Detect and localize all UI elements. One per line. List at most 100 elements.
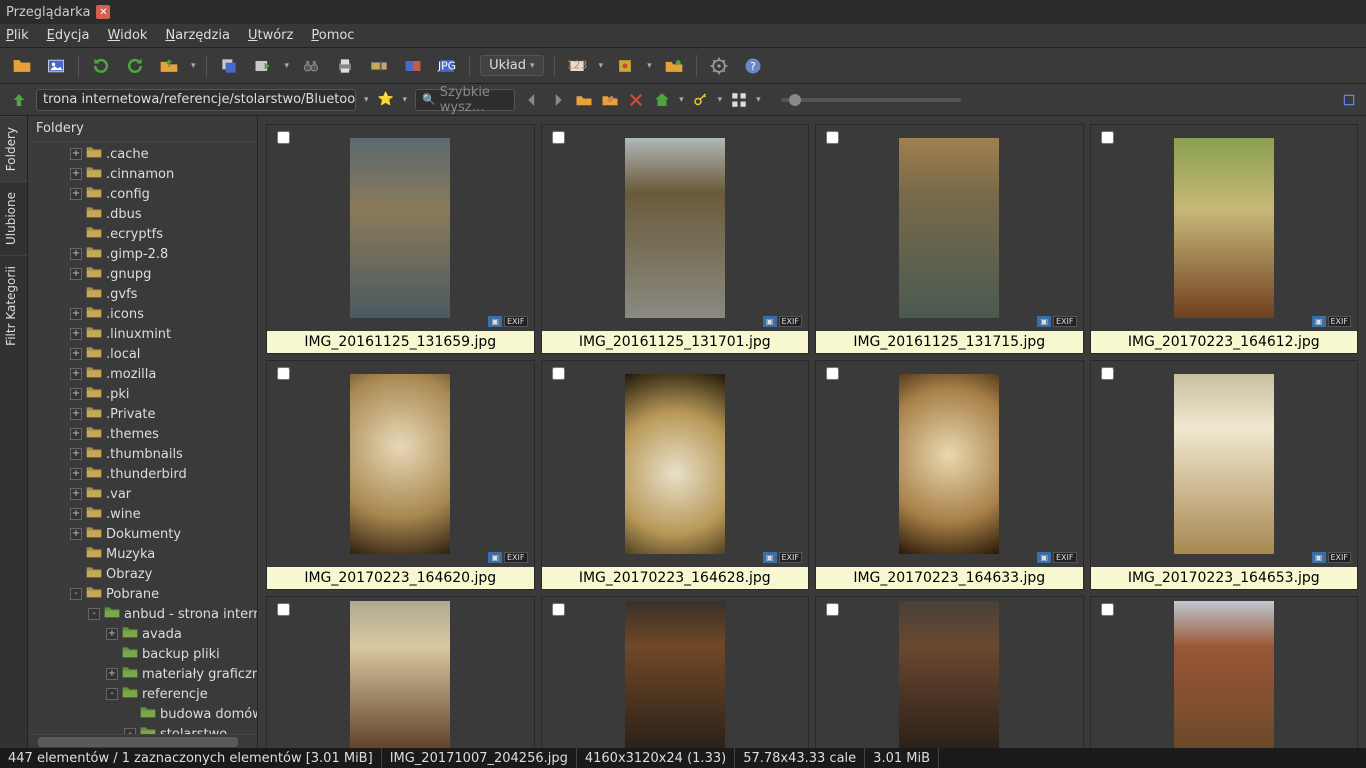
tree-node[interactable]: +.wine (28, 504, 257, 524)
menu-narzędzia[interactable]: Narzędzia (165, 28, 230, 43)
thumbnail-cell[interactable] (266, 596, 535, 748)
image-button[interactable] (44, 54, 68, 78)
expand-toggle[interactable]: - (106, 688, 118, 700)
thumbnail-size-slider[interactable] (781, 98, 961, 102)
tree-node[interactable]: +.local (28, 344, 257, 364)
tree-node[interactable]: +.mozilla (28, 364, 257, 384)
tree-node[interactable]: +.gnupg (28, 264, 257, 284)
expand-toggle[interactable]: - (88, 608, 100, 620)
move-button[interactable] (251, 54, 275, 78)
rename-button[interactable] (367, 54, 391, 78)
tree-node[interactable]: +.var (28, 484, 257, 504)
sidetab-1[interactable]: Ulubione (0, 181, 27, 255)
tree-node[interactable]: +.cinnamon (28, 164, 257, 184)
bookmark-icon[interactable]: ⭐ (377, 88, 395, 112)
quick-search-field[interactable]: Szybkie wysz… (415, 89, 515, 111)
tree-node[interactable]: .ecryptfs (28, 224, 257, 244)
fullscreen-icon[interactable] (1342, 88, 1356, 112)
thumbnail-cell[interactable]: ▣EXIFIMG_20161125_131701.jpg (541, 124, 810, 354)
tree-node[interactable]: +.themes (28, 424, 257, 444)
tree-node[interactable]: -referencje (28, 684, 257, 704)
tree-hscrollbar[interactable] (28, 734, 257, 748)
dropdown-icon[interactable]: ▾ (679, 95, 684, 105)
dropdown-icon[interactable]: ▾ (403, 95, 408, 105)
expand-toggle[interactable]: + (70, 528, 82, 540)
dropdown-icon[interactable]: ▾ (191, 61, 196, 71)
tree-node[interactable]: +.pki (28, 384, 257, 404)
expand-toggle[interactable]: + (70, 328, 82, 340)
expand-toggle[interactable]: + (70, 148, 82, 160)
thumbnail-cell[interactable]: ▣EXIFIMG_20170223_164612.jpg (1090, 124, 1359, 354)
home-icon[interactable] (653, 88, 671, 112)
copy-image-button[interactable] (217, 54, 241, 78)
go-up-icon[interactable] (10, 91, 28, 109)
tree-node[interactable]: -Pobrane (28, 584, 257, 604)
jpeg-button[interactable]: JPG (435, 54, 459, 78)
tree-node[interactable]: .dbus (28, 204, 257, 224)
tree-node[interactable]: Muzyka (28, 544, 257, 564)
tag-button[interactable]: 123 (565, 54, 589, 78)
tree-node[interactable]: -stolarstwo (28, 724, 257, 734)
dropdown-icon[interactable]: ▾ (599, 61, 604, 71)
folder-edit-icon[interactable] (601, 88, 619, 112)
tree-node[interactable]: +.thumbnails (28, 444, 257, 464)
thumbnail-cell[interactable] (541, 596, 810, 748)
print-button[interactable] (333, 54, 357, 78)
tree-node[interactable]: .gvfs (28, 284, 257, 304)
expand-toggle[interactable]: + (70, 248, 82, 260)
thumbnail-cell[interactable]: ▣EXIFIMG_20170223_164653.jpg (1090, 360, 1359, 590)
expand-toggle[interactable]: + (70, 468, 82, 480)
expand-toggle[interactable]: + (70, 388, 82, 400)
nav-back-button[interactable] (523, 88, 541, 112)
dropdown-icon[interactable]: ▾ (647, 61, 652, 71)
tree-node[interactable]: +.linuxmint (28, 324, 257, 344)
folder-mark-button[interactable] (662, 54, 686, 78)
dropdown-icon[interactable]: ▾ (718, 95, 723, 105)
folder-tree[interactable]: +.cache+.cinnamon+.config.dbus.ecryptfs+… (28, 142, 257, 734)
thumbnail-view[interactable]: ▣EXIFIMG_20161125_131659.jpg▣EXIFIMG_201… (258, 116, 1366, 748)
expand-toggle[interactable]: - (70, 588, 82, 600)
dropdown-icon[interactable]: ▾ (285, 61, 290, 71)
expand-toggle[interactable]: + (70, 448, 82, 460)
expand-toggle[interactable]: + (106, 668, 118, 680)
tree-node[interactable]: +.cache (28, 144, 257, 164)
tree-node[interactable]: budowa domów (28, 704, 257, 724)
thumbnail-cell[interactable] (815, 596, 1084, 748)
expand-toggle[interactable]: + (70, 368, 82, 380)
tree-node[interactable]: +.gimp-2.8 (28, 244, 257, 264)
convert-button[interactable] (401, 54, 425, 78)
dropdown-icon[interactable]: ▾ (756, 95, 761, 105)
slider-thumb[interactable] (789, 94, 801, 106)
thumbnail-cell[interactable] (1090, 596, 1359, 748)
help-button[interactable]: ? (741, 54, 765, 78)
thumbnail-cell[interactable]: ▣EXIFIMG_20161125_131715.jpg (815, 124, 1084, 354)
binoculars-icon[interactable] (299, 54, 323, 78)
nav-forward-button[interactable] (549, 88, 567, 112)
tree-node[interactable]: +.config (28, 184, 257, 204)
expand-toggle[interactable]: + (70, 308, 82, 320)
menu-plik[interactable]: Plik (6, 28, 29, 43)
menu-pomoc[interactable]: Pomoc (311, 28, 354, 43)
folder-button[interactable] (10, 54, 34, 78)
view-grid-icon[interactable] (730, 88, 748, 112)
thumbnail-cell[interactable]: ▣EXIFIMG_20170223_164620.jpg (266, 360, 535, 590)
expand-toggle[interactable]: + (70, 168, 82, 180)
tree-node[interactable]: backup pliki (28, 644, 257, 664)
new-folder-icon[interactable] (575, 88, 593, 112)
menu-edycja[interactable]: Edycja (47, 28, 90, 43)
expand-toggle[interactable]: + (106, 628, 118, 640)
thumbnail-cell[interactable]: ▣EXIFIMG_20161125_131659.jpg (266, 124, 535, 354)
menu-utwórz[interactable]: Utwórz (248, 28, 293, 43)
settings-button[interactable] (707, 54, 731, 78)
sidetab-2[interactable]: Filtr Kategorii (0, 255, 27, 356)
thumbnail-cell[interactable]: ▣EXIFIMG_20170223_164628.jpg (541, 360, 810, 590)
folder-up-button[interactable] (157, 54, 181, 78)
key-icon[interactable] (692, 88, 710, 112)
tree-node[interactable]: -anbud - strona internetowa (28, 604, 257, 624)
color-tag-button[interactable] (613, 54, 637, 78)
menu-widok[interactable]: Widok (108, 28, 148, 43)
tree-node[interactable]: +.icons (28, 304, 257, 324)
expand-toggle[interactable]: + (70, 508, 82, 520)
expand-toggle[interactable]: + (70, 188, 82, 200)
expand-toggle[interactable]: + (70, 348, 82, 360)
